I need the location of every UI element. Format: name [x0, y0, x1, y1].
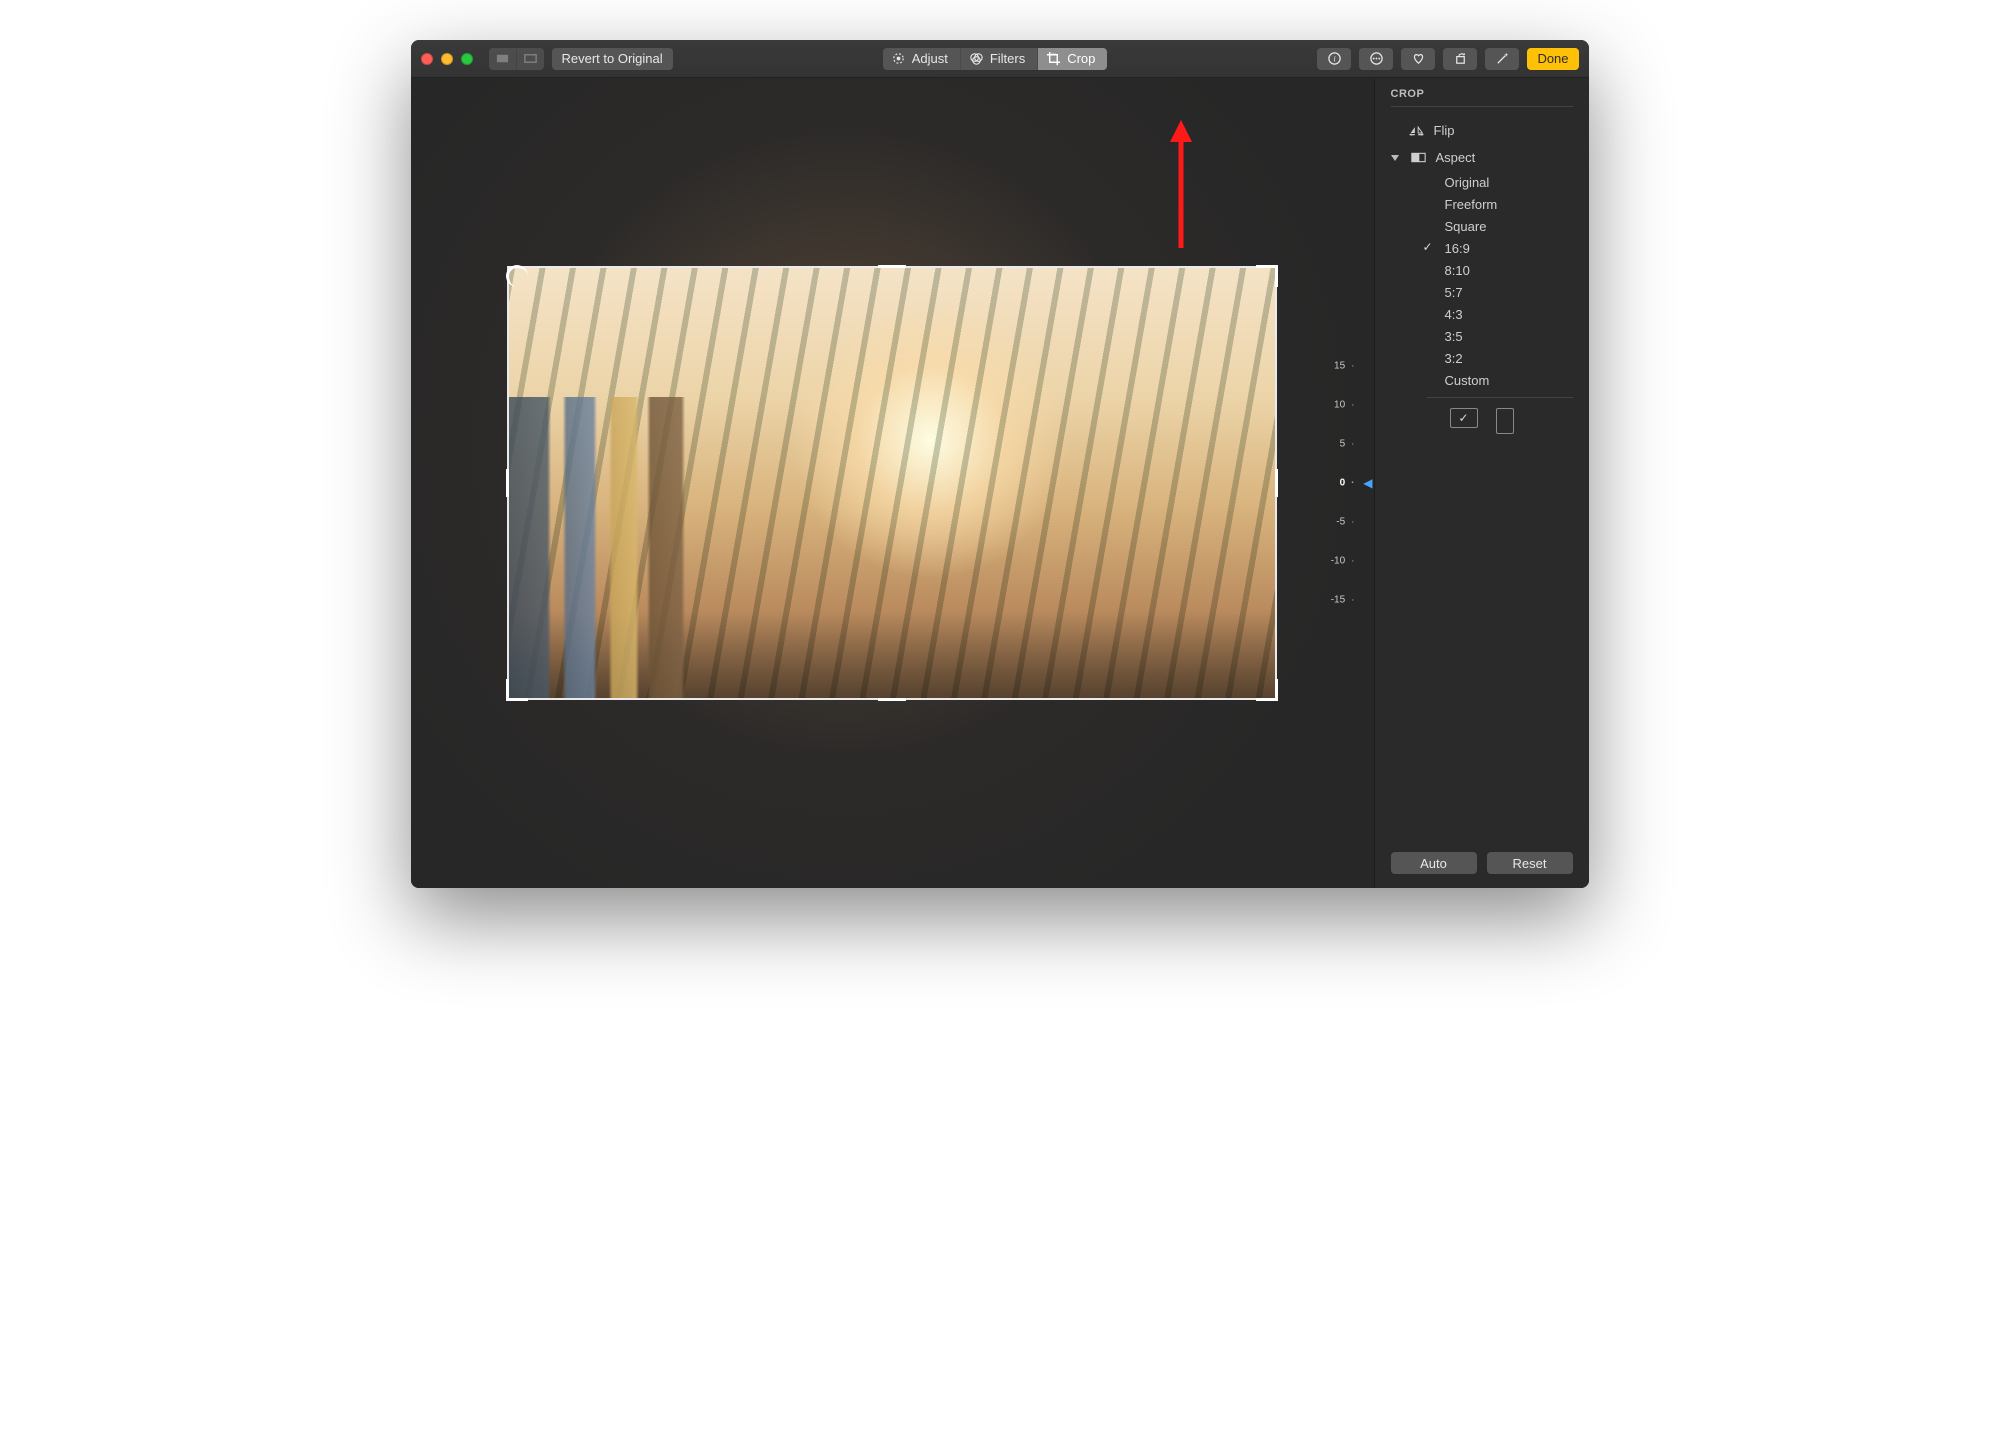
info-button[interactable]: i	[1317, 48, 1351, 70]
crop-handle-top-right[interactable]	[1256, 265, 1278, 287]
aspect-list: Original Freeform Square ✓16:9 8:10 5:7 …	[1391, 171, 1573, 391]
tab-label: Adjust	[912, 51, 948, 66]
dial-marker-icon: ◀	[1363, 476, 1372, 490]
minimize-window-button[interactable]	[441, 53, 453, 65]
done-label: Done	[1537, 51, 1568, 66]
svg-text:i: i	[1333, 53, 1336, 63]
zoom-in-button[interactable]	[517, 48, 544, 70]
checkmark-icon: ✓	[1423, 240, 1433, 254]
auto-label: Auto	[1420, 856, 1447, 871]
revert-button[interactable]: Revert to Original	[552, 48, 673, 70]
window-controls	[421, 53, 473, 65]
aspect-option-8-10[interactable]: 8:10	[1427, 259, 1573, 281]
crop-handle-bottom-left[interactable]	[506, 679, 528, 701]
crop-handle-bottom-right[interactable]	[1256, 679, 1278, 701]
aspect-option-original[interactable]: Original	[1427, 171, 1573, 193]
crop-frame[interactable]	[507, 266, 1277, 700]
dial-tick-zero: 0	[1340, 478, 1355, 489]
crop-handle-bottom[interactable]	[878, 698, 906, 701]
aspect-option-square[interactable]: Square	[1427, 215, 1573, 237]
flip-label: Flip	[1434, 123, 1455, 138]
checkmark-icon: ✓	[1458, 411, 1468, 425]
rectangle-outline-icon	[523, 51, 538, 66]
rotation-dial[interactable]: 15 10 5 0 -5 -10 -15 ◀	[1309, 353, 1369, 613]
aspect-option-4-3[interactable]: 4:3	[1427, 303, 1573, 325]
crop-handle-top[interactable]	[878, 265, 906, 268]
more-button[interactable]	[1359, 48, 1393, 70]
crop-icon	[1046, 51, 1061, 66]
dial-tick: 5	[1340, 439, 1355, 450]
toolbar: Revert to Original Adjust Filters Cro	[411, 40, 1589, 78]
reset-button[interactable]: Reset	[1487, 852, 1573, 874]
divider	[1427, 397, 1573, 398]
annotation-arrow-icon	[1167, 120, 1195, 250]
orientation-portrait-button[interactable]	[1496, 408, 1514, 434]
dial-tick: 15	[1334, 361, 1354, 372]
filters-icon	[969, 51, 984, 66]
orientation-toggle: ✓	[1391, 408, 1573, 434]
magic-wand-icon	[1495, 51, 1510, 66]
favorite-button[interactable]	[1401, 48, 1435, 70]
aspect-label: Aspect	[1436, 150, 1476, 165]
rotate-icon	[1453, 51, 1468, 66]
dial-tick: 10	[1334, 400, 1354, 411]
zoom-segment	[489, 48, 544, 70]
photos-editor-window: Revert to Original Adjust Filters Cro	[411, 40, 1589, 888]
zoom-out-button[interactable]	[489, 48, 517, 70]
rectangle-icon	[495, 51, 510, 66]
dial-tick: -15	[1331, 595, 1355, 606]
aspect-option-freeform[interactable]: Freeform	[1427, 193, 1573, 215]
heart-icon	[1411, 51, 1426, 66]
revert-label: Revert to Original	[562, 51, 663, 66]
auto-enhance-button[interactable]	[1485, 48, 1519, 70]
chevron-down-icon	[1391, 155, 1399, 161]
tab-crop[interactable]: Crop	[1038, 48, 1107, 70]
editor-tabs: Adjust Filters Crop	[883, 48, 1108, 70]
flip-row[interactable]: Flip	[1391, 117, 1573, 144]
flip-icon	[1409, 123, 1424, 138]
crop-handle-left[interactable]	[506, 469, 509, 497]
crop-handle-right[interactable]	[1275, 469, 1278, 497]
tab-label: Crop	[1067, 51, 1095, 66]
orientation-landscape-button[interactable]: ✓	[1450, 408, 1478, 428]
info-icon: i	[1327, 51, 1342, 66]
fullscreen-window-button[interactable]	[461, 53, 473, 65]
close-window-button[interactable]	[421, 53, 433, 65]
tab-adjust[interactable]: Adjust	[883, 48, 961, 70]
done-button[interactable]: Done	[1527, 48, 1578, 70]
auto-button[interactable]: Auto	[1391, 852, 1477, 874]
canvas-area: 15 10 5 0 -5 -10 -15 ◀	[411, 78, 1374, 888]
crop-sidebar: CROP Flip Aspect Original Freeform Squar…	[1374, 78, 1589, 888]
adjust-icon	[891, 51, 906, 66]
sidebar-footer: Auto Reset	[1391, 852, 1573, 878]
tab-label: Filters	[990, 51, 1025, 66]
aspect-row[interactable]: Aspect	[1391, 144, 1573, 171]
sidebar-title: CROP	[1391, 88, 1573, 107]
reset-label: Reset	[1513, 856, 1547, 871]
aspect-icon	[1411, 150, 1426, 165]
photo-preview	[509, 268, 1275, 698]
dial-tick: -10	[1331, 556, 1355, 567]
aspect-option-custom[interactable]: Custom	[1427, 369, 1573, 391]
aspect-option-5-7[interactable]: 5:7	[1427, 281, 1573, 303]
aspect-option-16-9[interactable]: ✓16:9	[1427, 237, 1573, 259]
aspect-option-3-2[interactable]: 3:2	[1427, 347, 1573, 369]
crop-handle-top-left[interactable]	[506, 265, 528, 287]
tab-filters[interactable]: Filters	[961, 48, 1038, 70]
ellipsis-circle-icon	[1369, 51, 1384, 66]
rotate-button[interactable]	[1443, 48, 1477, 70]
content-area: 15 10 5 0 -5 -10 -15 ◀ CROP Flip	[411, 78, 1589, 888]
dial-tick: -5	[1336, 517, 1354, 528]
aspect-option-3-5[interactable]: 3:5	[1427, 325, 1573, 347]
